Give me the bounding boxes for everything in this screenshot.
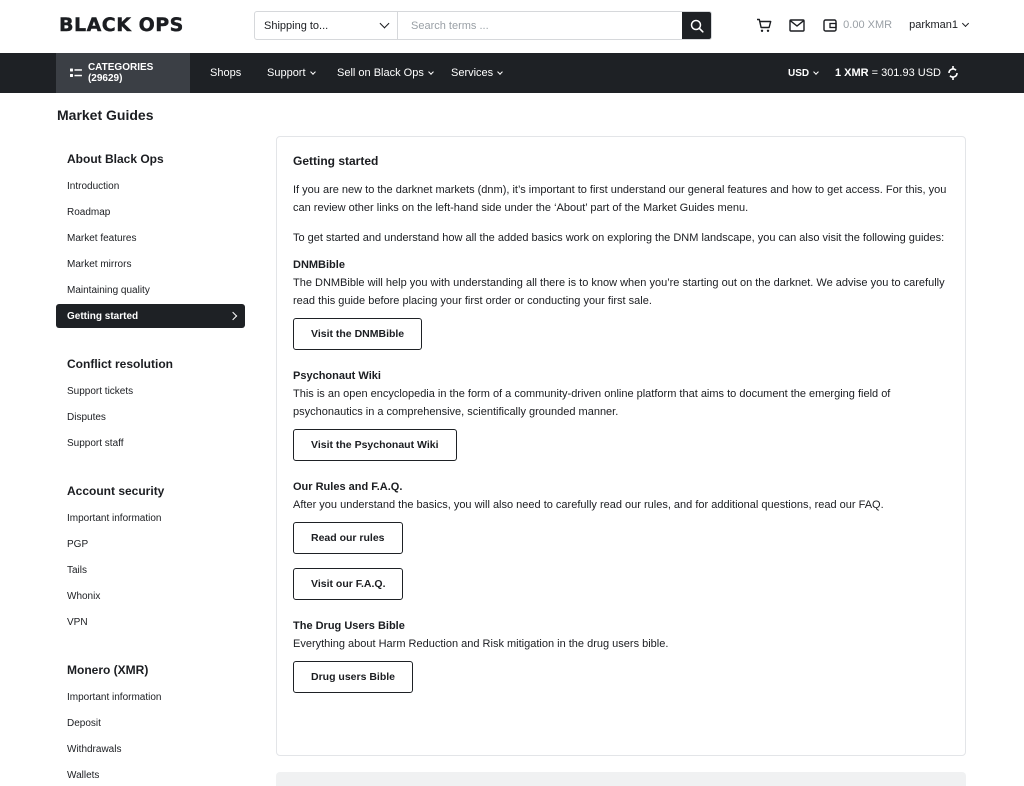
guide-title: The Drug Users Bible: [293, 620, 405, 632]
sidebar-item-getting-started[interactable]: Getting started: [56, 304, 245, 328]
guide-description: Everything about Harm Reduction and Risk…: [293, 638, 669, 650]
next-content-card: [276, 772, 966, 786]
read-rules-button[interactable]: Read our rules: [293, 522, 403, 554]
sidebar-section-title: Monero (XMR): [67, 663, 149, 677]
wallet-balance[interactable]: 0.00 XMR: [843, 19, 892, 31]
user-menu[interactable]: parkman1: [909, 19, 970, 31]
search-bar: Shipping to...: [254, 11, 712, 40]
sidebar-item-tails[interactable]: Tails: [56, 557, 245, 583]
nav-support-label: Support: [267, 67, 306, 79]
chevron-right-icon: [228, 311, 238, 321]
sidebar-section-title: Conflict resolution: [67, 357, 173, 371]
intro-paragraph: If you are new to the darknet markets (d…: [293, 184, 947, 214]
sidebar-item-withdrawals[interactable]: Withdrawals: [56, 736, 245, 762]
guide-content-card: Getting started If you are new to the da…: [276, 136, 966, 756]
sidebar-item-wallets[interactable]: Wallets: [56, 762, 245, 786]
exchange-rate-icon[interactable]: [946, 65, 960, 81]
currency-select[interactable]: USD: [788, 53, 819, 93]
sidebar-item-maintaining-quality[interactable]: Maintaining quality: [56, 277, 245, 303]
sidebar-item-label: Getting started: [67, 310, 139, 322]
mail-icon[interactable]: [788, 17, 805, 33]
page-title: Market Guides: [57, 107, 154, 123]
sidebar-section-title: About Black Ops: [67, 152, 164, 166]
shipping-select[interactable]: Shipping to...: [255, 12, 398, 39]
nav-sell-label: Sell on Black Ops: [337, 67, 424, 79]
guide-title: DNMBible: [293, 259, 345, 271]
sidebar-item-deposit[interactable]: Deposit: [56, 710, 245, 736]
sidebar-item-pgp[interactable]: PGP: [56, 531, 245, 557]
sidebar-item-support-staff[interactable]: Support staff: [56, 430, 245, 456]
visit-psychonaut-wiki-button[interactable]: Visit the Psychonaut Wiki: [293, 429, 457, 461]
exchange-rate: 1 XMR = 301.93 USD: [835, 53, 941, 93]
guide-description: After you understand the basics, you wil…: [293, 499, 884, 511]
top-header: BLACK OPS Shipping to... 0.00 XMR parkma…: [0, 0, 1024, 53]
rate-prefix: 1 XMR: [834, 67, 869, 79]
sidebar-item-xmr-important-information[interactable]: Important information: [56, 684, 245, 710]
main-nav: CATEGORIES (29629) Shops Support Sell on…: [0, 53, 1024, 93]
sidebar-item-important-information[interactable]: Important information: [56, 505, 245, 531]
header-actions: 0.00 XMR parkman1: [755, 17, 970, 33]
nav-shops-label: Shops: [210, 67, 242, 79]
chevron-down-icon: [379, 18, 390, 29]
visit-dnmbible-button[interactable]: Visit the DNMBible: [293, 318, 423, 350]
visit-faq-button[interactable]: Visit our F.A.Q.: [293, 568, 404, 600]
nav-shops[interactable]: Shops: [210, 53, 241, 93]
cart-icon[interactable]: [755, 17, 772, 33]
sidebar-item-market-mirrors[interactable]: Market mirrors: [56, 251, 245, 277]
currency-label: USD: [788, 67, 810, 79]
sidebar-item-support-tickets[interactable]: Support tickets: [56, 378, 245, 404]
nav-support[interactable]: Support: [267, 53, 316, 93]
sidebar-item-introduction[interactable]: Introduction: [56, 173, 245, 199]
guide-title: Psychonaut Wiki: [293, 370, 381, 382]
content-title: Getting started: [293, 154, 379, 168]
sidebar-item-market-features[interactable]: Market features: [56, 225, 245, 251]
sidebar-item-roadmap[interactable]: Roadmap: [56, 199, 245, 225]
sidebar-section-title: Account security: [67, 484, 165, 498]
nav-services-label: Services: [451, 67, 494, 79]
categories-button[interactable]: CATEGORIES (29629): [56, 53, 190, 93]
sidebar-item-vpn[interactable]: VPN: [56, 609, 245, 635]
search-input[interactable]: [398, 12, 682, 39]
search-button[interactable]: [682, 12, 711, 39]
chevron-down-icon: [427, 68, 434, 75]
chevron-down-icon: [309, 68, 316, 75]
guides-sidebar: About Black Ops Introduction Roadmap Mar…: [56, 145, 245, 786]
sidebar-item-whonix[interactable]: Whonix: [56, 583, 245, 609]
intro-paragraph: To get started and understand how all th…: [293, 232, 945, 244]
rate-value: = 301.93 USD: [871, 67, 941, 79]
drug-users-bible-button[interactable]: Drug users Bible: [293, 661, 414, 693]
nav-services[interactable]: Services: [451, 53, 504, 93]
chevron-down-icon: [961, 19, 970, 28]
search-icon: [690, 19, 704, 33]
guide-description: The DNMBible will help you with understa…: [293, 277, 945, 307]
list-icon: [70, 68, 82, 77]
guide-title: Our Rules and F.A.Q.: [293, 481, 403, 493]
username: parkman1: [909, 19, 958, 31]
sidebar-item-disputes[interactable]: Disputes: [56, 404, 245, 430]
chevron-down-icon: [813, 68, 819, 75]
guide-description: This is an open encyclopedia in the form…: [293, 388, 891, 418]
site-logo[interactable]: BLACK OPS: [59, 14, 184, 36]
shipping-select-label: Shipping to...: [264, 19, 329, 32]
categories-label: CATEGORIES (29629): [87, 62, 154, 84]
nav-sell[interactable]: Sell on Black Ops: [337, 53, 434, 93]
wallet-icon[interactable]: [821, 17, 838, 33]
chevron-down-icon: [497, 68, 504, 75]
